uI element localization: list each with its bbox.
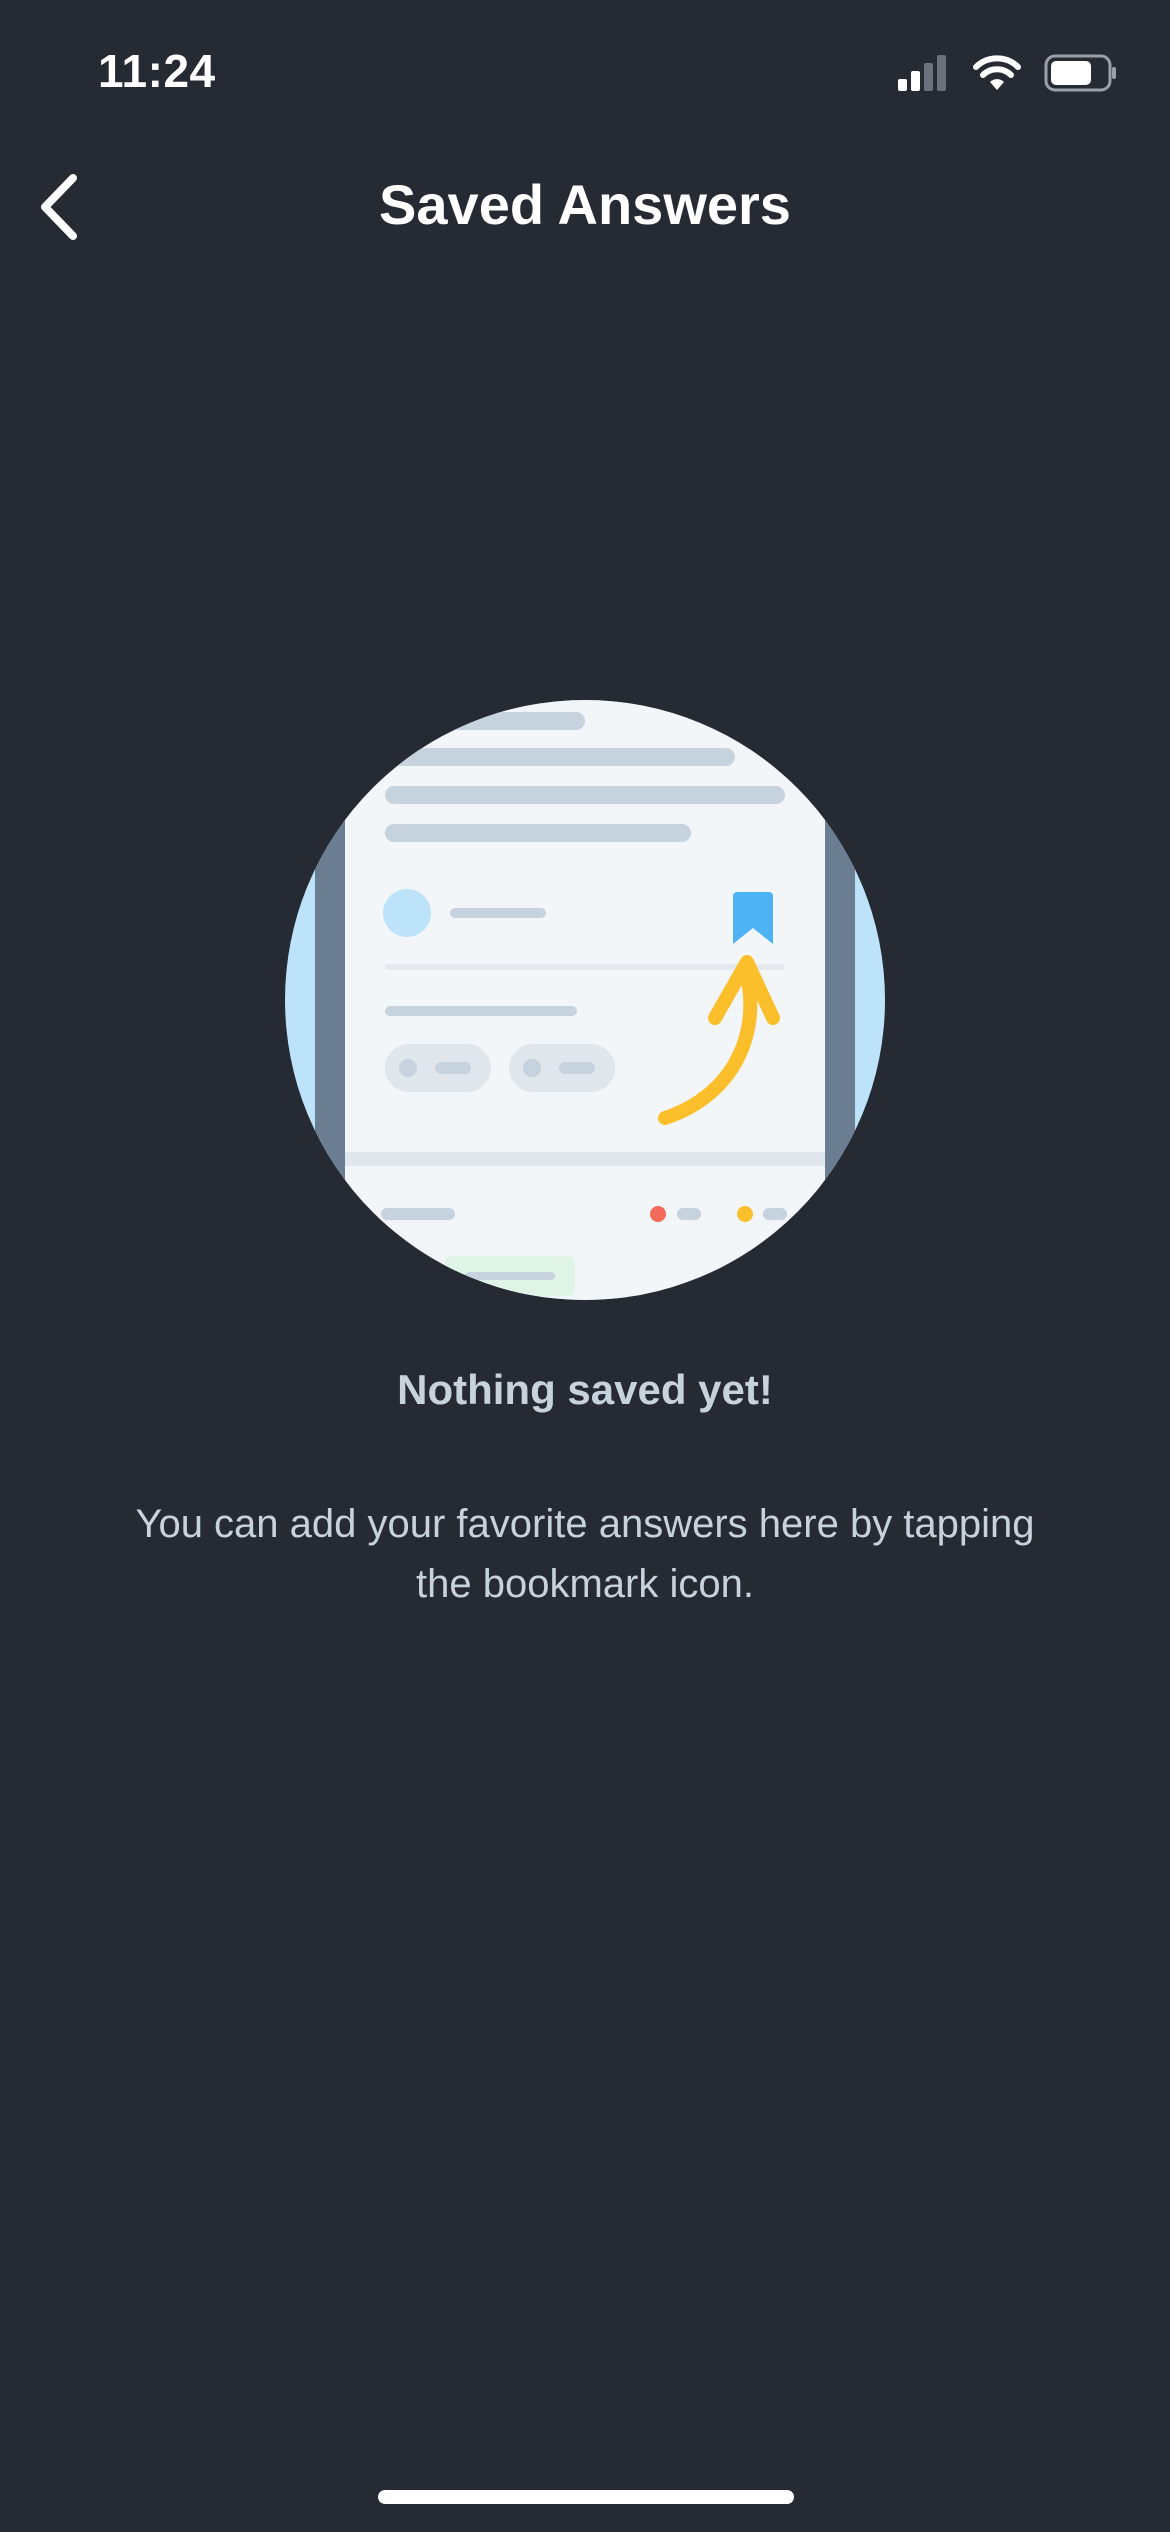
navigation-bar: Saved Answers (0, 150, 1170, 260)
page-title: Saved Answers (379, 173, 791, 236)
status-time: 11:24 (98, 45, 216, 97)
status-icons (896, 50, 1118, 96)
wifi-icon (972, 54, 1022, 92)
empty-state-title: Nothing saved yet! (397, 1366, 773, 1413)
status-bar: 11:24 (0, 0, 1170, 150)
battery-icon (1044, 54, 1118, 92)
empty-state-description: You can add your favorite answers here b… (135, 1502, 1035, 1606)
home-indicator[interactable] (378, 2490, 794, 2504)
bookmark-illustration (285, 700, 885, 1300)
cellular-signal-icon (896, 55, 950, 91)
